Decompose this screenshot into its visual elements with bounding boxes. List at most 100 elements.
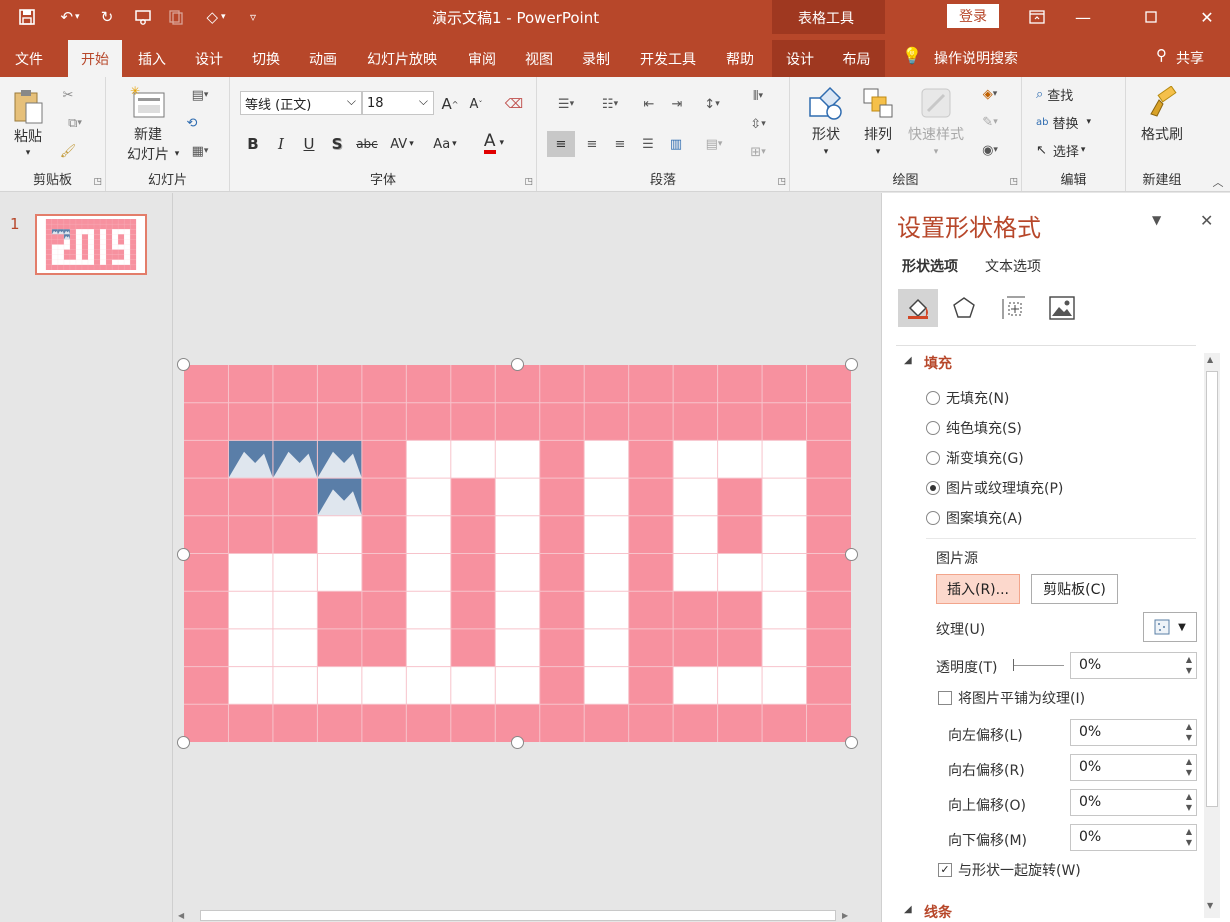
pink-cell[interactable]: [406, 365, 451, 403]
radio-no-fill[interactable]: [926, 391, 940, 405]
resize-handle-ml[interactable]: [177, 548, 190, 561]
pink-cell[interactable]: [118, 224, 125, 230]
pink-cell[interactable]: [124, 219, 131, 225]
radio-solid-fill[interactable]: [926, 421, 940, 435]
pane-vertical-scrollbar[interactable]: ▲ ▼: [1204, 353, 1220, 918]
spin-arrows-icon[interactable]: ▲ ▼: [1186, 756, 1192, 778]
white-cell[interactable]: [584, 591, 629, 629]
bullets-icon[interactable]: ☰ ▾: [549, 93, 583, 115]
pink-cell[interactable]: [130, 249, 137, 255]
section-icon[interactable]: ▦ ▾: [182, 141, 218, 161]
resize-handle-tc[interactable]: [511, 358, 524, 371]
white-cell[interactable]: [762, 628, 807, 667]
white-cell[interactable]: [124, 229, 131, 235]
white-cell[interactable]: [57, 259, 64, 265]
white-cell[interactable]: [317, 666, 362, 705]
texture-dropdown[interactable]: ▼: [1143, 612, 1197, 642]
pink-cell[interactable]: [717, 591, 763, 629]
resize-handle-br[interactable]: [845, 736, 858, 749]
copy-format-icon[interactable]: [164, 0, 188, 34]
section-line[interactable]: 线条: [924, 902, 952, 922]
label-picture-fill[interactable]: 图片或纹理填充(P): [946, 478, 1063, 498]
label-solid-fill[interactable]: 纯色填充(S): [946, 418, 1022, 438]
pink-cell[interactable]: [228, 478, 273, 516]
white-cell[interactable]: [272, 553, 318, 592]
pink-cell[interactable]: [112, 219, 119, 225]
spin-arrows-icon[interactable]: ▲ ▼: [1186, 721, 1192, 743]
pink-cell[interactable]: [361, 591, 407, 629]
pink-cell[interactable]: [450, 628, 496, 667]
offset-left-input[interactable]: 0% ▲ ▼: [1070, 719, 1197, 746]
pink-cell[interactable]: [45, 259, 52, 265]
new-slide-dropdown-icon[interactable]: ▾: [172, 147, 182, 161]
pink-cell[interactable]: [450, 365, 496, 403]
size-properties-icon[interactable]: [998, 293, 1030, 323]
pink-cell[interactable]: [130, 219, 137, 225]
scroll-up-icon[interactable]: ▲: [1207, 355, 1213, 364]
pink-cell[interactable]: [673, 591, 718, 629]
white-cell[interactable]: [228, 553, 273, 592]
bold-button[interactable]: B: [242, 133, 264, 155]
pink-cell[interactable]: [450, 704, 496, 742]
white-cell[interactable]: [100, 259, 107, 265]
tab-slideshow[interactable]: 幻灯片放映: [352, 40, 452, 77]
pink-cell[interactable]: [806, 515, 851, 554]
pink-cell[interactable]: [317, 402, 362, 441]
pink-cell[interactable]: [75, 224, 82, 230]
pink-cell[interactable]: [539, 365, 585, 403]
pink-cell[interactable]: [118, 254, 125, 260]
select-button[interactable]: ↖ 选择 ▾: [1036, 139, 1116, 161]
pink-cell[interactable]: [130, 254, 137, 260]
pink-cell[interactable]: [539, 440, 585, 479]
tab-developer[interactable]: 开发工具: [626, 40, 710, 77]
customize-qat-icon[interactable]: ▿: [244, 0, 262, 34]
white-cell[interactable]: [51, 249, 58, 255]
pink-cell[interactable]: [717, 365, 763, 403]
white-cell[interactable]: [584, 515, 629, 554]
tab-insert[interactable]: 插入: [124, 40, 180, 77]
justify-icon[interactable]: ☰: [635, 131, 661, 157]
pink-cell[interactable]: [806, 704, 851, 742]
pink-cell[interactable]: [361, 515, 407, 554]
arrange-icon[interactable]: [856, 83, 900, 123]
white-cell[interactable]: [87, 249, 95, 255]
white-cell[interactable]: [495, 440, 540, 479]
white-cell[interactable]: [87, 244, 95, 250]
offset-bottom-input[interactable]: 0% ▲ ▼: [1070, 824, 1197, 851]
resize-handle-bl[interactable]: [177, 736, 190, 749]
pink-cell[interactable]: [45, 249, 52, 255]
label-pattern-fill[interactable]: 图案填充(A): [946, 508, 1023, 528]
white-cell[interactable]: [495, 591, 540, 629]
pink-cell[interactable]: [106, 259, 113, 265]
white-cell[interactable]: [406, 440, 451, 479]
pink-cell[interactable]: [762, 402, 807, 441]
pink-cell[interactable]: [57, 234, 64, 240]
pink-cell[interactable]: [69, 239, 76, 245]
pink-cell[interactable]: [118, 264, 125, 270]
pink-cell[interactable]: [628, 628, 674, 667]
font-launcher-icon[interactable]: ◳: [524, 177, 533, 187]
paragraph-launcher-icon[interactable]: ◳: [777, 177, 786, 187]
pink-cell[interactable]: [539, 402, 585, 441]
pink-cell[interactable]: [130, 229, 137, 235]
white-cell[interactable]: [584, 478, 629, 516]
pink-cell[interactable]: [57, 224, 64, 230]
offset-top-input[interactable]: 0% ▲ ▼: [1070, 789, 1197, 816]
insert-picture-button[interactable]: 插入(R)...: [936, 574, 1020, 604]
tab-table-design[interactable]: 设计: [772, 40, 828, 77]
pink-cell[interactable]: [118, 249, 125, 255]
white-cell[interactable]: [406, 666, 451, 705]
pink-cell[interactable]: [112, 224, 119, 230]
pink-cell[interactable]: [75, 264, 82, 270]
pink-cell[interactable]: [673, 402, 718, 441]
pink-cell[interactable]: [51, 239, 58, 245]
collapse-line-icon[interactable]: ◢: [904, 904, 912, 915]
white-cell[interactable]: [272, 591, 318, 629]
pink-cell[interactable]: [806, 666, 851, 705]
align-center-icon[interactable]: ≡: [579, 131, 605, 157]
pink-cell[interactable]: [272, 365, 318, 403]
pane-options-icon[interactable]: ▼: [1152, 213, 1161, 227]
pink-cell[interactable]: [762, 704, 807, 742]
white-cell[interactable]: [69, 259, 76, 265]
shapes-dropdown-icon[interactable]: ▾: [818, 145, 834, 159]
